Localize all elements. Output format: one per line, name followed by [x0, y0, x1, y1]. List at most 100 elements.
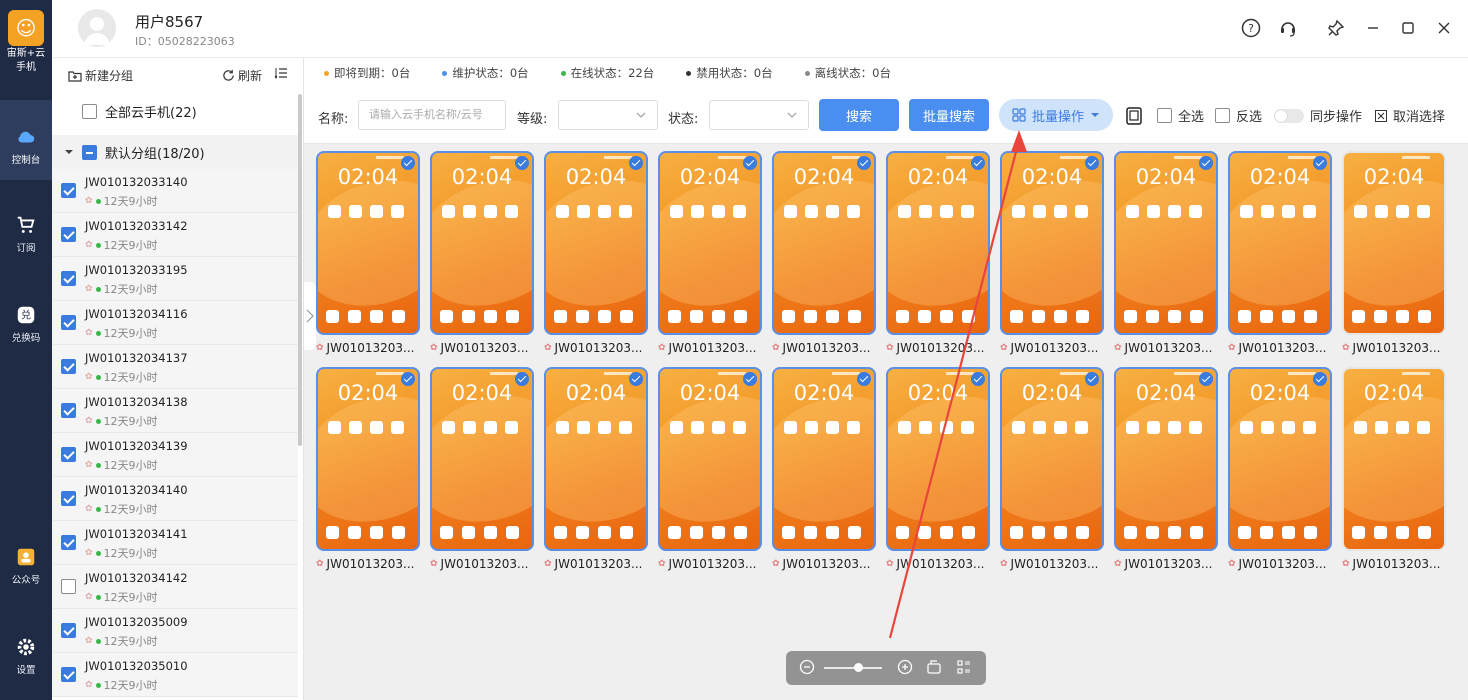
- state-select[interactable]: [709, 100, 809, 130]
- device-name: JW010132034140: [85, 483, 188, 497]
- device-checkbox[interactable]: [61, 271, 76, 286]
- device-checkbox[interactable]: [61, 183, 76, 198]
- phone-badge-icon: ✿: [85, 680, 93, 690]
- phone-card-label: ✿ JW01013203...: [658, 341, 757, 355]
- device-list-item[interactable]: JW010132034138 ✿ 12天9小时: [52, 389, 298, 433]
- device-list-item[interactable]: JW010132034137 ✿ 12天9小时: [52, 345, 298, 389]
- pin-button[interactable]: [1325, 17, 1347, 39]
- phone-screen-preview[interactable]: 02:04: [1000, 367, 1104, 551]
- select-all-option[interactable]: 全选: [1157, 106, 1204, 125]
- default-group-row[interactable]: 默认分组(18/20): [52, 135, 298, 169]
- device-checkbox[interactable]: [61, 315, 76, 330]
- phone-screen-preview[interactable]: 02:04: [886, 151, 990, 335]
- device-list-item[interactable]: JW010132034142 ✿ 12天9小时: [52, 565, 298, 609]
- sync-toggle[interactable]: [1274, 108, 1304, 123]
- device-checkbox[interactable]: [61, 403, 76, 418]
- device-list-item[interactable]: JW010132035010 ✿ 12天9小时: [52, 653, 298, 697]
- chevron-down-icon: [787, 112, 797, 118]
- device-checkbox[interactable]: [61, 667, 76, 682]
- support-button[interactable]: [1277, 17, 1299, 39]
- all-phones-checkbox[interactable]: [82, 104, 97, 119]
- selected-check-icon: [743, 156, 757, 170]
- search-button[interactable]: 搜索: [819, 99, 899, 131]
- caret-down-icon[interactable]: [64, 147, 74, 157]
- phone-screen-preview[interactable]: 02:04: [544, 151, 648, 335]
- sort-button[interactable]: [274, 66, 288, 83]
- phone-screen-preview[interactable]: 02:04: [658, 367, 762, 551]
- nav-redeem[interactable]: 兑 兑换码: [0, 304, 52, 354]
- default-group-checkbox[interactable]: [82, 144, 97, 160]
- device-list-item[interactable]: JW010132034141 ✿ 12天9小时: [52, 521, 298, 565]
- device-list-item[interactable]: JW010132034140 ✿ 12天9小时: [52, 477, 298, 521]
- phone-screen-preview[interactable]: 02:04: [1342, 367, 1446, 551]
- refresh-button[interactable]: 刷新: [222, 67, 262, 84]
- phone-screen-preview[interactable]: 02:04: [1228, 367, 1332, 551]
- device-checkbox[interactable]: [61, 359, 76, 374]
- phone-screen-preview[interactable]: 02:04: [316, 151, 420, 335]
- list-view-icon[interactable]: [956, 659, 972, 675]
- phone-view-toggle[interactable]: [1126, 107, 1142, 128]
- phone-screen-preview[interactable]: 02:04: [886, 367, 990, 551]
- rotate-screen-icon[interactable]: [926, 659, 942, 675]
- all-phones-row[interactable]: 全部云手机(22): [82, 102, 197, 121]
- level-filter-label: 等级:: [517, 112, 548, 127]
- device-checkbox[interactable]: [61, 491, 76, 506]
- device-checkbox[interactable]: [61, 227, 76, 242]
- phone-screen-preview[interactable]: 02:04: [1228, 151, 1332, 335]
- zoom-toolbar: [786, 651, 986, 685]
- close-button[interactable]: [1433, 17, 1455, 39]
- device-checkbox[interactable]: [61, 623, 76, 638]
- nav-subscribe[interactable]: 订阅: [0, 214, 52, 264]
- phone-screen-preview[interactable]: 02:04: [772, 151, 876, 335]
- phone-screen-preview[interactable]: 02:04: [1114, 367, 1218, 551]
- minimize-button[interactable]: [1362, 17, 1384, 39]
- all-phones-label: 全部云手机(22): [105, 106, 197, 121]
- phone-screen-preview[interactable]: 02:04: [1114, 151, 1218, 335]
- device-list-item[interactable]: JW010132033140 ✿ 12天9小时: [52, 169, 298, 213]
- help-button[interactable]: ?: [1240, 17, 1262, 39]
- sync-operation-option[interactable]: 同步操作: [1274, 106, 1362, 125]
- close-icon: [1438, 22, 1450, 34]
- sort-list-icon: [274, 68, 287, 80]
- maximize-button[interactable]: [1397, 17, 1419, 39]
- sidebar-collapse-handle[interactable]: [304, 282, 316, 350]
- nav-settings[interactable]: 设置: [0, 636, 52, 686]
- nav-wechat[interactable]: 公众号: [0, 546, 52, 596]
- nav-wechat-label: 公众号: [11, 575, 41, 586]
- avatar[interactable]: [78, 9, 116, 47]
- name-filter-label: 名称:: [318, 112, 349, 127]
- device-list-item[interactable]: JW010132033195 ✿ 12天9小时: [52, 257, 298, 301]
- nav-rail: ☺ 宙斯+云 手机 控制台 订阅 兑 兑换码 公众号 设置: [0, 0, 52, 700]
- device-checkbox[interactable]: [61, 447, 76, 462]
- phone-screen-preview[interactable]: 02:04: [772, 367, 876, 551]
- zoom-out-icon[interactable]: [799, 659, 815, 675]
- device-list-item[interactable]: JW010132035009 ✿ 12天9小时: [52, 609, 298, 653]
- device-list-item[interactable]: JW010132034139 ✿ 12天9小时: [52, 433, 298, 477]
- sidebar-scrollbar[interactable]: [298, 94, 302, 446]
- batch-operation-button[interactable]: 批量操作: [999, 99, 1113, 131]
- zoom-in-icon[interactable]: [897, 659, 913, 675]
- phone-screen-preview[interactable]: 02:04: [316, 367, 420, 551]
- new-group-button[interactable]: 新建分组: [68, 67, 133, 84]
- select-all-checkbox[interactable]: [1157, 108, 1172, 123]
- cancel-select-button[interactable]: 取消选择: [1375, 106, 1445, 125]
- phone-screen-preview[interactable]: 02:04: [1000, 151, 1104, 335]
- phone-screen-preview[interactable]: 02:04: [658, 151, 762, 335]
- batch-search-button[interactable]: 批量搜索: [909, 99, 989, 131]
- device-list-item[interactable]: JW010132033142 ✿ 12天9小时: [52, 213, 298, 257]
- phone-screen-preview[interactable]: 02:04: [430, 151, 534, 335]
- device-checkbox[interactable]: [61, 535, 76, 550]
- invert-select-checkbox[interactable]: [1215, 108, 1230, 123]
- device-list-item[interactable]: JW010132034116 ✿ 12天9小时: [52, 301, 298, 345]
- phone-screen-preview[interactable]: 02:04: [544, 367, 648, 551]
- zoom-slider-handle[interactable]: [854, 663, 863, 672]
- nav-console[interactable]: 控制台: [0, 100, 52, 180]
- device-remaining-time: ✿ 12天9小时: [85, 635, 158, 648]
- phone-screen-preview[interactable]: 02:04: [1342, 151, 1446, 335]
- name-search-input[interactable]: 请输入云手机名称/云号: [358, 100, 506, 130]
- device-checkbox[interactable]: [61, 579, 76, 594]
- level-select[interactable]: [558, 100, 658, 130]
- invert-select-option[interactable]: 反选: [1215, 106, 1262, 125]
- zoom-slider-track[interactable]: [824, 667, 882, 669]
- phone-screen-preview[interactable]: 02:04: [430, 367, 534, 551]
